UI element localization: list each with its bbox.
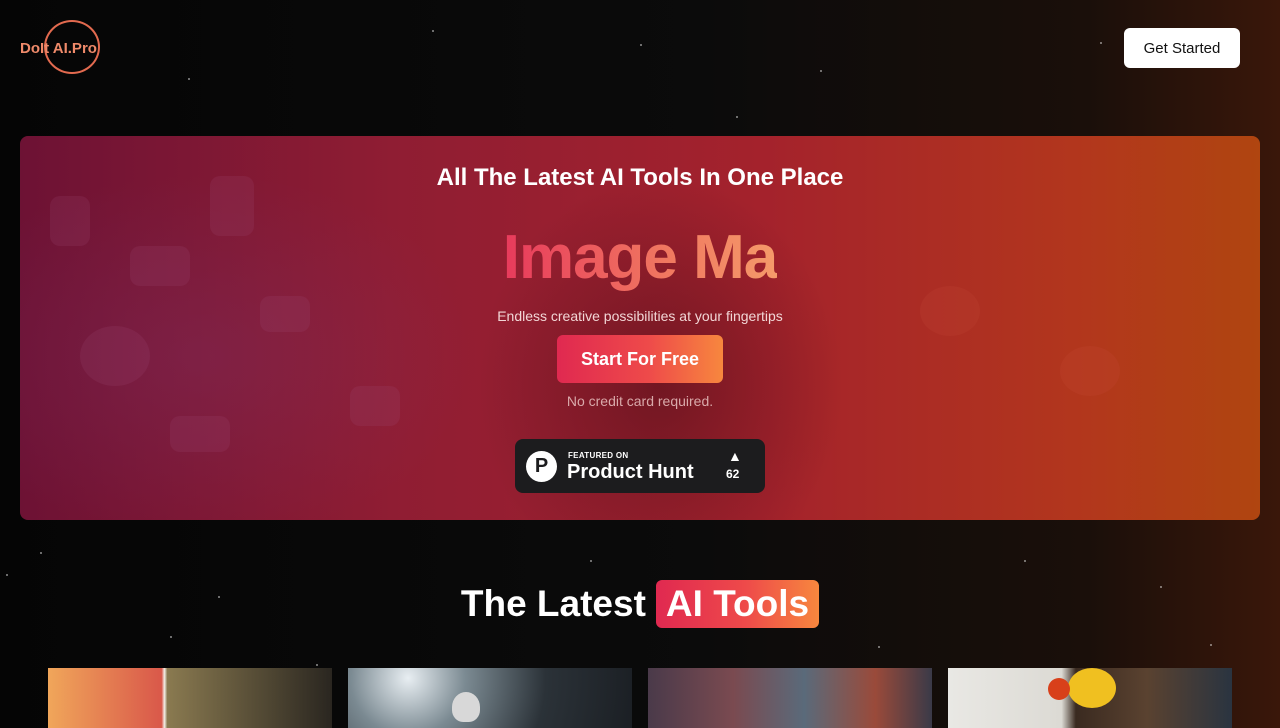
hero-banner: All The Latest AI Tools In One Place Ima… [20,136,1260,520]
get-started-button[interactable]: Get Started [1124,28,1240,68]
latest-tools-heading: The Latest AI Tools [0,580,1280,628]
hero-typed-headline: Image Ma [20,222,1260,293]
hero-title: All The Latest AI Tools In One Place [436,164,844,191]
latest-tools-heading-plain: The Latest [460,583,646,624]
site-header: DoIt AI.Pro Get Started [0,0,1280,96]
site-logo[interactable]: DoIt AI.Pro [20,20,116,76]
lemon-image [1068,668,1116,708]
upvote-arrow-icon: ▲ [728,448,742,464]
product-hunt-featured-label: FEATURED ON [568,451,629,460]
product-hunt-vote-count: 62 [726,467,740,481]
astronaut-image [452,692,480,722]
tool-card-thumbnail[interactable] [348,668,632,728]
hero-subtitle: Endless creative possibilities at your f… [497,308,783,324]
latest-tools-heading-highlight: AI Tools [655,580,820,628]
hero-decor-tile [80,326,150,386]
no-credit-card-note: No credit card required. [566,393,714,409]
product-hunt-name: Product Hunt [567,461,694,483]
hero-decor-tile [1060,346,1120,396]
tomato-image [1048,678,1070,700]
product-hunt-logo-icon: P [526,451,557,482]
tool-card-thumbnail[interactable] [948,668,1232,728]
logo-text: DoIt AI.Pro [20,40,97,57]
hero-typed-text: Image Ma [502,223,779,292]
tool-card-thumbnail[interactable] [648,668,932,728]
start-for-free-button[interactable]: Start For Free [557,335,723,383]
product-hunt-badge[interactable]: P FEATURED ON Product Hunt ▲ 62 [515,439,765,493]
tool-card-thumbnail[interactable] [48,668,332,728]
hero-decor-tile [170,416,230,452]
